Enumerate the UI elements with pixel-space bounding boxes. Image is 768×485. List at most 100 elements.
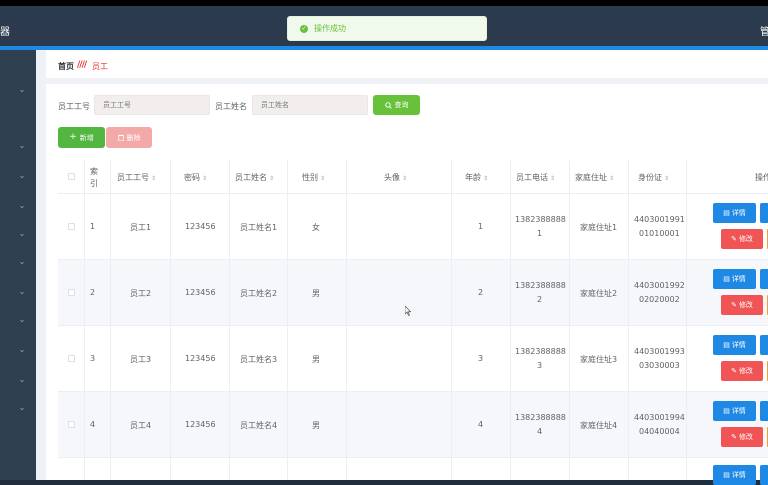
select-all-checkbox[interactable] [68,173,75,180]
add-button-label: 新增 [79,133,94,142]
cell-index: 4 [90,420,96,429]
chevron-down-icon[interactable]: ⌄ [18,404,26,412]
cell-id-1: 4403001993 [634,347,685,356]
cell-id-1: 4403001994 [634,413,685,422]
chevron-down-icon[interactable]: ⌄ [18,288,26,296]
clipped-button[interactable] [760,203,768,223]
row-checkbox[interactable] [68,355,75,362]
cell-address: 家庭住址2 [580,289,618,298]
pencil-icon: ✎ [731,367,737,375]
detail-button[interactable]: ▤ 详情 [713,203,756,223]
cell-password: 123456 [185,222,216,231]
cell-id-2: 01010001 [639,229,680,238]
clipped-button[interactable] [760,269,768,289]
header-age[interactable]: 年龄 ⇕ [465,172,488,183]
toast-message: 操作成功 [314,24,346,33]
cell-emp-name: 员工姓名2 [240,289,278,298]
chevron-down-icon[interactable]: ⌄ [18,230,26,238]
chevron-down-icon[interactable]: ⌄ [18,346,26,354]
search-icon [384,101,392,109]
pencil-icon: ✎ [731,433,737,441]
table-row: 3 员工3 123456 员工姓名3 男 3 1382388888 3 家庭住址3 4403001… [58,326,768,392]
detail-button[interactable]: ▤ 详情 [713,465,756,485]
cell-password: 123456 [185,420,216,429]
sort-icon: ⇕ [550,175,556,182]
breadcrumb-home[interactable]: 首页 [58,61,74,72]
chevron-down-icon[interactable]: ⌄ [18,172,26,180]
cell-emp-name: 员工姓名3 [240,355,278,364]
sort-icon: ⇕ [664,175,670,182]
header-index-1: 索 [90,167,98,176]
search-button-label: 查询 [394,101,409,109]
clipped-button[interactable] [760,401,768,421]
emp-no-input[interactable] [94,95,210,115]
cell-id-1: 4403001991 [634,215,685,224]
header-password[interactable]: 密码 ⇕ [184,172,207,183]
cell-emp-no: 员工1 [130,223,152,232]
breadcrumb-current: 员工 [92,62,108,71]
edit-button[interactable]: ✎ 修改 [721,361,763,381]
mouse-cursor-icon [405,306,411,316]
cell-age: 1 [478,222,484,231]
detail-button[interactable]: ▤ 详情 [713,269,756,289]
header-id-card[interactable]: 身份证 ⇕ [638,172,669,183]
cell-phone-2: 2 [537,295,543,304]
chevron-down-icon[interactable]: ⌄ [18,376,26,384]
chevron-down-icon[interactable]: ⌄ [18,86,26,94]
row-checkbox[interactable] [68,421,75,428]
header-gender[interactable]: 性别 ⇕ [302,172,325,183]
document-icon: ▤ [723,209,730,217]
document-icon: ▤ [723,471,730,479]
document-icon: ▤ [723,407,730,415]
edit-button[interactable]: ✎ 修改 [721,229,763,249]
sort-icon: ⇕ [402,175,408,182]
sort-icon: ⇕ [202,175,208,182]
chevron-down-icon[interactable]: ⌄ [18,316,26,324]
cell-phone-2: 4 [537,427,543,436]
search-button[interactable]: 查询 [373,95,420,115]
cell-phone-2: 3 [537,361,543,370]
admin-menu-fragment[interactable]: 管 [760,23,768,38]
sort-icon: ⇕ [320,175,326,182]
detail-button[interactable]: ▤ 详情 [713,335,756,355]
edit-button[interactable]: ✎ 修改 [721,427,763,447]
row-checkbox[interactable] [68,289,75,296]
cell-index: 2 [90,288,96,297]
chevron-down-icon[interactable]: ⌄ [18,258,26,266]
cell-emp-name: 员工姓名4 [240,421,278,430]
header-emp-no[interactable]: 员工工号 ⇕ [117,172,156,183]
cell-gender: 男 [312,289,320,298]
delete-button-label: 删除 [126,133,141,142]
cell-age: 4 [478,420,484,429]
cell-address: 家庭住址1 [580,223,618,232]
cell-index: 1 [90,222,96,231]
header-phone[interactable]: 员工电话 ⇕ [516,172,555,183]
header-address[interactable]: 家庭住址 ⇕ [575,172,614,183]
delete-button[interactable]: 删除 [106,127,152,148]
edit-button[interactable]: ✎ 修改 [721,295,763,315]
sort-icon: ⇕ [269,175,275,182]
cell-id-2: 03030003 [639,361,680,370]
add-button[interactable]: + 新增 [58,127,105,148]
table-row: 4 员工4 123456 员工姓名4 男 4 1382388888 4 家庭住址4 4403001… [58,392,768,458]
chevron-down-icon[interactable]: ⌄ [18,142,26,150]
document-icon: ▤ [723,341,730,349]
trash-icon [117,134,124,141]
cell-phone-2: 1 [537,229,543,238]
cell-id-1: 4403001992 [634,281,685,290]
row-checkbox[interactable] [68,223,75,230]
chevron-down-icon[interactable]: ⌄ [18,202,26,210]
clipped-button[interactable] [760,335,768,355]
cell-phone-1: 1382388888 [515,281,566,290]
header-emp-name[interactable]: 员工姓名 ⇕ [235,172,274,183]
plus-icon: + [69,132,77,142]
detail-button[interactable]: ▤ 详情 [713,401,756,421]
emp-name-input[interactable] [252,95,368,115]
cell-index: 3 [90,354,96,363]
system-title-fragment: 器 [0,27,10,38]
clipped-button[interactable] [760,465,768,485]
header-avatar[interactable]: 头像 ⇕ [384,172,407,183]
cell-emp-no: 员工2 [130,289,152,298]
sort-icon: ⇕ [609,175,615,182]
cell-id-2: 02020002 [639,295,680,304]
